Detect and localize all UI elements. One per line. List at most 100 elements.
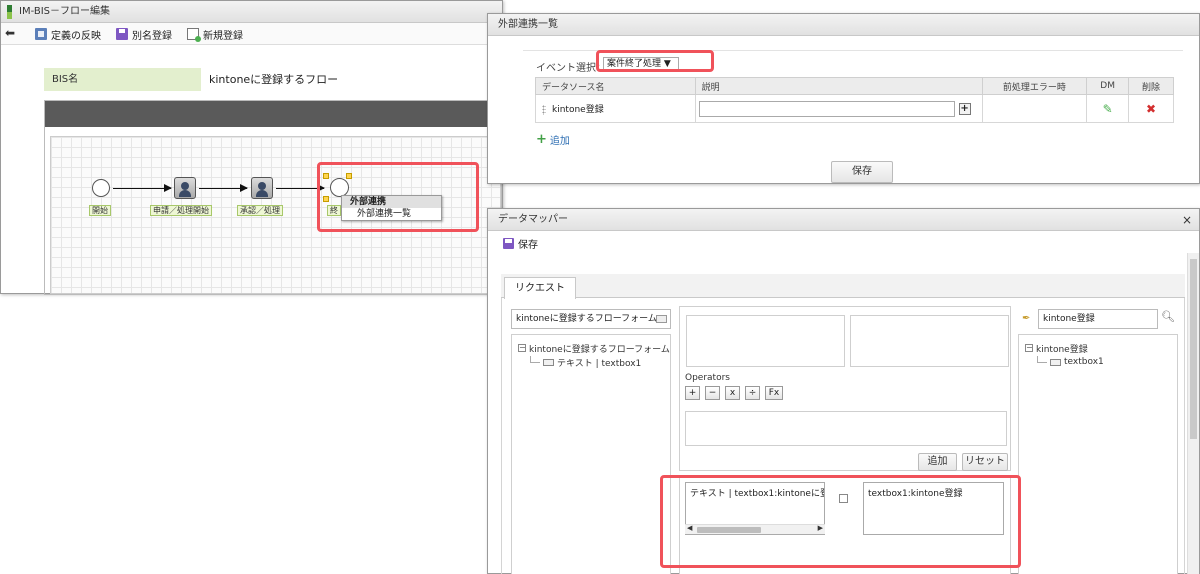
close-icon[interactable]: × (1182, 213, 1192, 227)
drag-handle-icon[interactable] (542, 104, 546, 115)
save-as-button[interactable]: 別名登録 (116, 27, 172, 42)
flow-editor-window: IM-BIS－フロー編集 ⬅ 定義の反映 別名登録 新規登録 BIS名 kint… (0, 0, 503, 295)
description-cell: + (694, 94, 983, 123)
highlight-box-mapping (660, 475, 1021, 568)
vertical-scrollbar[interactable] (1187, 253, 1199, 574)
target-tree-root-label: kintone登録 (1036, 344, 1088, 355)
edge-start-apply (113, 184, 172, 192)
collapse-icon[interactable]: − (518, 344, 526, 352)
column-header-dm: DM (1086, 77, 1130, 95)
tree-node-leaf[interactable]: テキスト | textbox1 (518, 355, 670, 369)
green-plus-icon: + (536, 132, 547, 147)
highlight-box-event-select (596, 50, 714, 72)
tab-request[interactable]: リクエスト (504, 277, 576, 299)
description-input[interactable] (698, 100, 955, 117)
tree-node-root[interactable]: − kintoneに登録するフローフォーム (518, 341, 670, 355)
mapper-tabbar: リクエスト (501, 274, 1185, 299)
mapper-save-label: 保存 (518, 240, 538, 251)
keyboard-icon[interactable] (656, 315, 667, 323)
back-arrow-icon[interactable]: ⬅ (5, 26, 15, 40)
preprocess-error-cell (981, 94, 1088, 123)
field-icon (543, 358, 554, 366)
operator-divide-button[interactable]: ÷ (745, 386, 760, 400)
app-logo-icon (7, 5, 12, 19)
formula-area[interactable] (685, 411, 1007, 446)
expression-panel: Operators + − x ÷ Fx 追加 リセット (679, 306, 1011, 471)
target-tree: − kintone登録 textbox1 (1025, 341, 1104, 369)
tree-node-root[interactable]: − kintone登録 (1025, 341, 1104, 355)
column-header-description: 説明 (694, 77, 983, 95)
column-header-delete: 削除 (1128, 77, 1174, 95)
datasource-name: kintone登録 (552, 105, 604, 115)
operator-fx-button[interactable]: Fx (765, 386, 783, 400)
operator-multiply-button[interactable]: x (725, 386, 740, 400)
add-row-link[interactable]: + 追加 (536, 132, 570, 147)
source-tree-root-label: kintoneに登録するフローフォーム (529, 344, 670, 355)
person-icon (258, 182, 266, 190)
mapper-reset-button[interactable]: リセット (962, 453, 1008, 471)
approve-task-node[interactable] (251, 177, 273, 199)
target-tree-child-label: textbox1 (1064, 357, 1104, 367)
wand-icon: ✒ (1022, 313, 1031, 324)
person-icon (181, 182, 189, 190)
new-register-button[interactable]: 新規登録 (187, 27, 243, 42)
table-header-row: データソース名 説明 前処理エラー時 DM 削除 (535, 77, 1174, 95)
delete-cell: ✖ (1128, 94, 1174, 123)
flow-canvas-header (45, 101, 501, 127)
add-row-label: 追加 (549, 136, 570, 147)
new-register-label: 新規登録 (203, 30, 243, 42)
source-search-field[interactable]: kintoneに登録するフローフォーム (511, 309, 671, 329)
data-mapper-title: データマッパー (488, 209, 1199, 231)
column-header-preprocess-error: 前処理エラー時 (981, 77, 1088, 95)
target-search-text: kintone登録 (1043, 314, 1095, 324)
operator-plus-button[interactable]: + (685, 386, 700, 400)
save-as-label: 別名登録 (132, 30, 172, 42)
expression-input-left[interactable] (686, 315, 845, 367)
reflect-icon (35, 28, 47, 40)
datasource-cell: kintone登録 (535, 94, 696, 123)
target-column: ✒ kintone登録 🔍︎ − kintone登録 textbox1 (1018, 306, 1178, 574)
apply-node-label: 申請／処理開始 (150, 205, 212, 216)
operators-label: Operators (685, 373, 730, 383)
mapper-save-button[interactable]: 保存 (503, 236, 538, 251)
approve-node-label: 承認／処理 (237, 205, 283, 216)
external-integration-window: 外部連携一覧 イベント選択： 案件終了処理 ▼ データソース名 説明 前処理エラ… (487, 13, 1200, 184)
field-icon (1050, 358, 1061, 366)
source-search-text: kintoneに登録するフローフォーム (516, 314, 657, 324)
edge-apply-approve (199, 184, 248, 192)
table-row: kintone登録 + ✎ ✖ (535, 94, 1174, 123)
target-search-field[interactable]: kintone登録 (1038, 309, 1158, 329)
delete-x-icon[interactable]: ✖ (1146, 102, 1156, 116)
integration-table: データソース名 説明 前処理エラー時 DM 削除 kintone登録 + ✎ ✖ (535, 77, 1174, 123)
start-node-label: 開始 (89, 205, 111, 216)
mapper-add-button[interactable]: 追加 (918, 453, 957, 471)
floppy-save-icon (503, 238, 514, 249)
new-document-icon (187, 28, 201, 42)
pencil-edit-icon[interactable]: ✎ (1103, 102, 1113, 116)
save-icon (116, 28, 128, 40)
source-tree-panel: − kintoneに登録するフローフォーム テキスト | textbox1 (511, 334, 671, 574)
collapse-icon[interactable]: − (1025, 344, 1033, 352)
target-tree-panel: − kintone登録 textbox1 (1018, 334, 1178, 574)
source-tree: − kintoneに登録するフローフォーム テキスト | textbox1 (518, 341, 670, 369)
ext-list-title: 外部連携一覧 (488, 14, 1199, 36)
highlight-box-node-menu (317, 162, 479, 232)
reflect-definition-label: 定義の反映 (51, 30, 101, 42)
search-icon[interactable]: 🔍︎ (1161, 310, 1175, 323)
reflect-definition-button[interactable]: 定義の反映 (35, 27, 101, 42)
column-header-datasource: データソース名 (535, 77, 696, 95)
bis-name-label: BIS名 (44, 68, 201, 91)
expand-plus-icon[interactable]: + (958, 102, 971, 115)
tree-node-leaf[interactable]: textbox1 (1025, 355, 1104, 369)
bis-name-value: kintoneに登録するフロー (209, 73, 339, 86)
flow-editor-title: IM-BIS－フロー編集 (19, 6, 110, 17)
flow-editor-toolbar: ⬅ 定義の反映 別名登録 新規登録 (1, 23, 502, 45)
dm-cell: ✎ (1086, 94, 1130, 123)
source-column: kintoneに登録するフローフォーム − kintoneに登録するフローフォー… (511, 306, 671, 574)
expression-input-right[interactable] (850, 315, 1009, 367)
start-node[interactable] (92, 179, 110, 197)
apply-task-node[interactable] (174, 177, 196, 199)
operator-minus-button[interactable]: − (705, 386, 720, 400)
ext-save-button[interactable]: 保存 (831, 161, 893, 183)
flow-editor-titlebar: IM-BIS－フロー編集 (1, 1, 502, 23)
